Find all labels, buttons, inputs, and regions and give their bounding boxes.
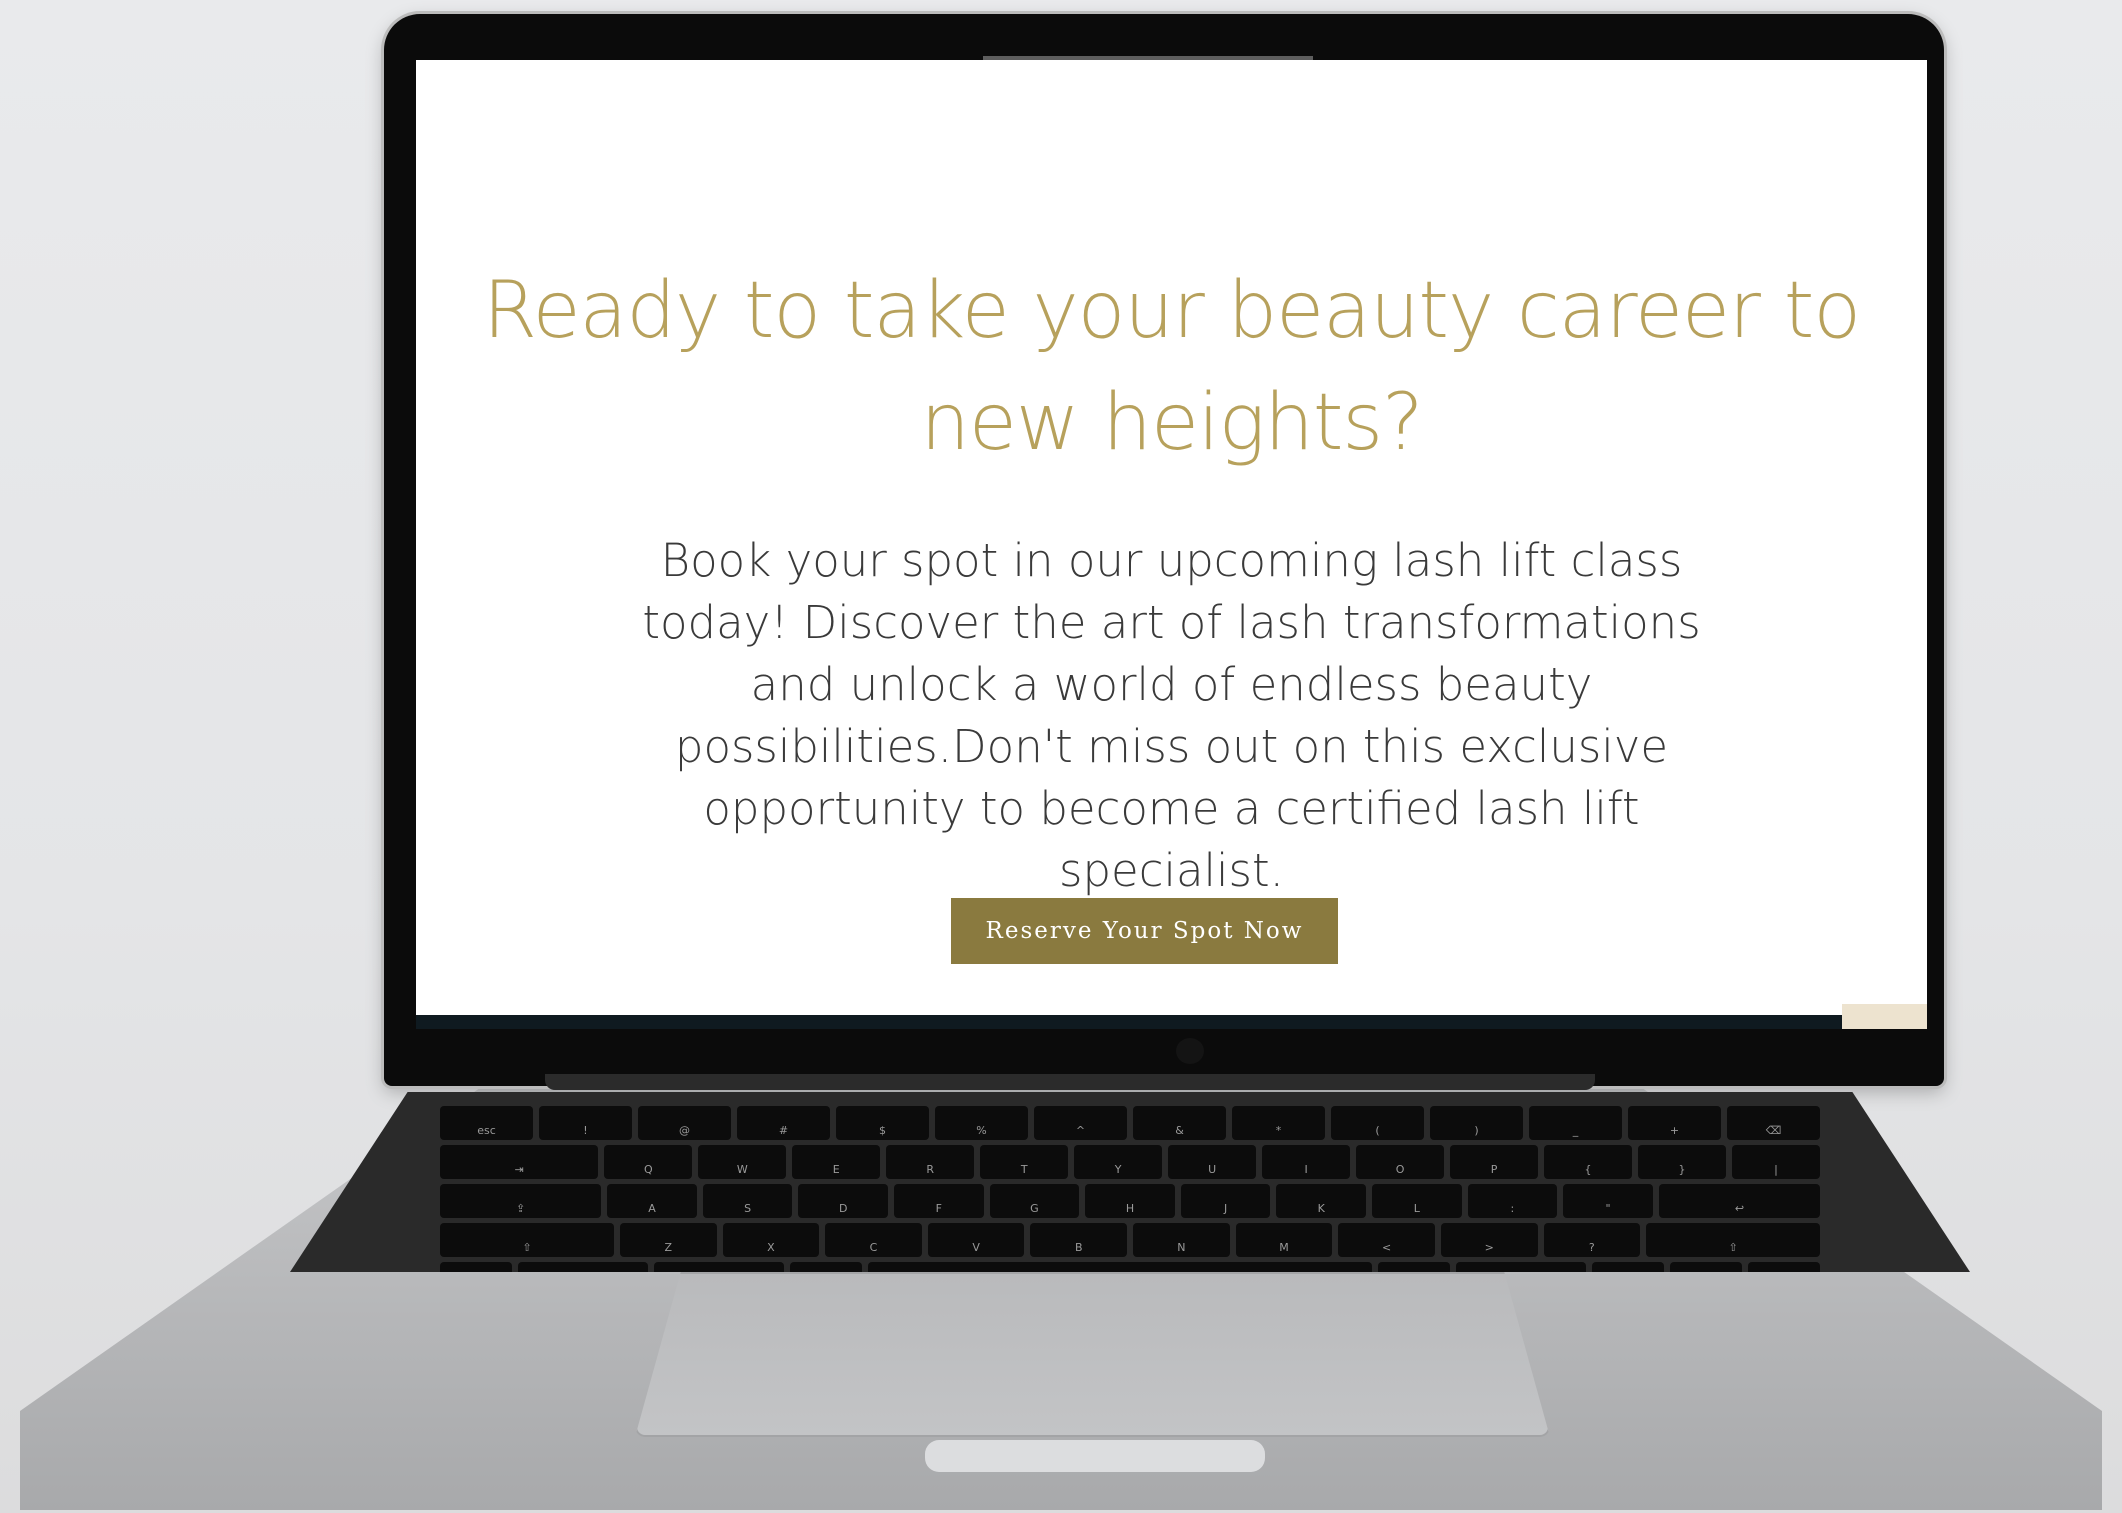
- key: #: [737, 1106, 830, 1140]
- keyboard-row-3: ⇪ A S D F G H J K L : " ↩: [440, 1184, 1821, 1218]
- laptop-mockup-scene: Ready to take your beauty career to new …: [0, 0, 2122, 1513]
- key: <: [1338, 1223, 1435, 1257]
- key: E: [792, 1145, 881, 1179]
- page-description: Book your spot in our upcoming lash lift…: [642, 534, 1701, 897]
- key: _: [1529, 1106, 1622, 1140]
- camera-icon: [1176, 1038, 1204, 1064]
- key: ?: [1543, 1223, 1641, 1257]
- key: >: [1440, 1223, 1538, 1257]
- key: *: [1232, 1106, 1325, 1140]
- key: ⇪: [440, 1184, 602, 1218]
- key: J: [1180, 1184, 1271, 1218]
- key: C: [825, 1223, 922, 1257]
- key: |: [1731, 1145, 1820, 1179]
- laptop-hinge: [545, 1074, 1595, 1090]
- reserve-spot-button[interactable]: Reserve Your Spot Now: [951, 898, 1338, 964]
- key: A: [607, 1184, 697, 1218]
- laptop-front-notch: [925, 1440, 1265, 1472]
- key: @: [638, 1106, 731, 1140]
- key: R: [886, 1145, 975, 1179]
- screen-corner-tab: [1842, 1004, 1927, 1029]
- key: esc: [440, 1106, 533, 1140]
- key: G: [989, 1184, 1080, 1218]
- key: {: [1544, 1145, 1632, 1179]
- key: B: [1030, 1223, 1128, 1257]
- key: K: [1276, 1184, 1367, 1218]
- key: F: [894, 1184, 984, 1218]
- key: V: [927, 1223, 1025, 1257]
- key: X: [722, 1223, 820, 1257]
- key: ⇥: [440, 1145, 599, 1179]
- key: ↩: [1658, 1184, 1821, 1218]
- key: ⇧: [440, 1223, 614, 1257]
- key: O: [1356, 1145, 1445, 1179]
- key: :: [1467, 1184, 1558, 1218]
- screen-bottom-strip: [416, 1015, 1927, 1029]
- key: ⌫: [1727, 1106, 1820, 1140]
- key: ): [1430, 1106, 1523, 1140]
- key: ": [1563, 1184, 1653, 1218]
- key: N: [1133, 1223, 1230, 1257]
- key: H: [1085, 1184, 1175, 1218]
- trackpad: [635, 1272, 1550, 1437]
- keyboard-row-4: ⇧ Z X C V B N M < > ? ⇧: [440, 1223, 1821, 1257]
- key: I: [1262, 1145, 1351, 1179]
- key: T: [980, 1145, 1069, 1179]
- key: %: [935, 1106, 1028, 1140]
- key: (: [1331, 1106, 1424, 1140]
- key: $: [836, 1106, 929, 1140]
- key: D: [798, 1184, 889, 1218]
- laptop-keyboard: esc ! @ # $ % ^ & * ( ) _ + ⌫ ⇥ Q W E R …: [290, 1092, 1970, 1272]
- key: }: [1638, 1145, 1726, 1179]
- key: L: [1372, 1184, 1462, 1218]
- key: M: [1235, 1223, 1333, 1257]
- key: Z: [619, 1223, 717, 1257]
- key: +: [1628, 1106, 1721, 1140]
- key: U: [1168, 1145, 1257, 1179]
- key: !: [539, 1106, 632, 1140]
- key: ⇧: [1646, 1223, 1821, 1257]
- keyboard-row-2: ⇥ Q W E R T Y U I O P { } |: [440, 1145, 1820, 1179]
- key: P: [1450, 1145, 1539, 1179]
- key: S: [702, 1184, 793, 1218]
- key: &: [1133, 1106, 1226, 1140]
- key: Y: [1074, 1145, 1163, 1179]
- keyboard-row-1: esc ! @ # $ % ^ & * ( ) _ + ⌫: [440, 1106, 1820, 1140]
- key: W: [698, 1145, 787, 1179]
- laptop-screen: Ready to take your beauty career to new …: [416, 60, 1927, 1015]
- key: Q: [604, 1145, 693, 1179]
- key: ^: [1034, 1106, 1127, 1140]
- page-headline: Ready to take your beauty career to new …: [482, 266, 1861, 468]
